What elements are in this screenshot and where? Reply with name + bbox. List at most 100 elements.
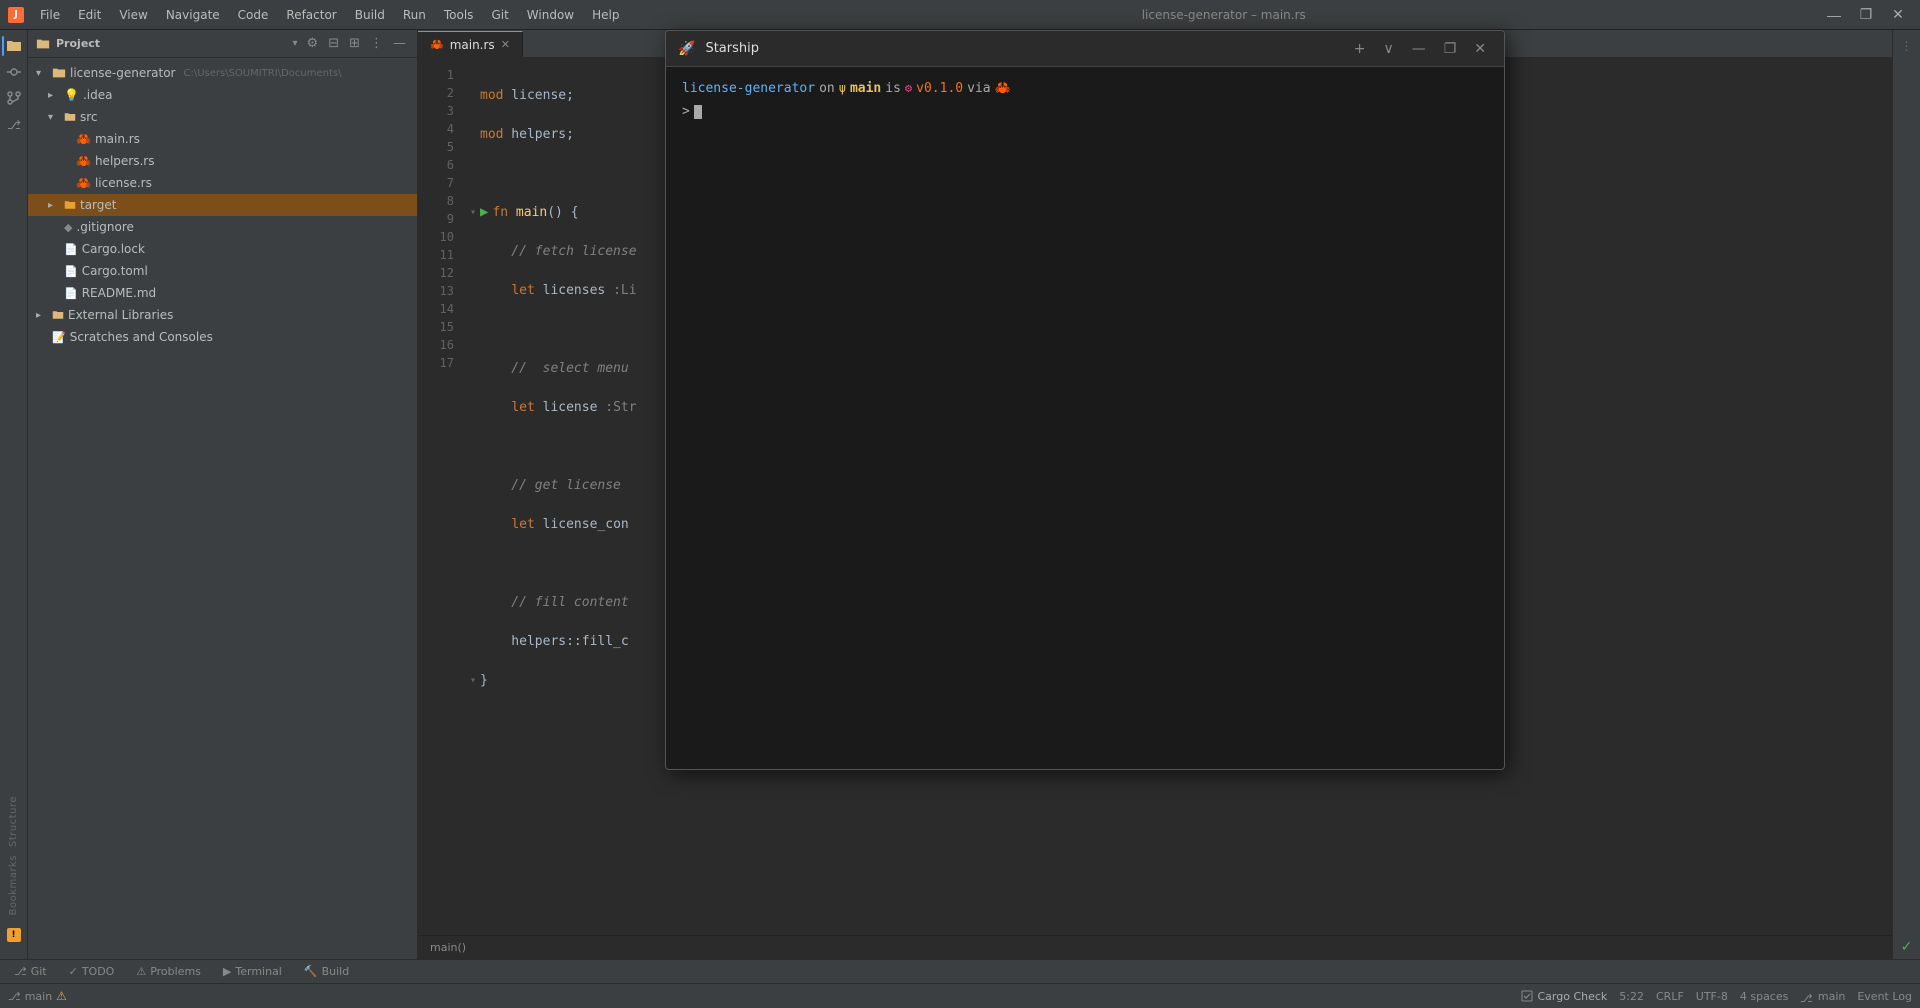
menu-run[interactable]: Run bbox=[395, 4, 434, 26]
menu-navigate[interactable]: Navigate bbox=[158, 4, 228, 26]
folder-icon bbox=[6, 38, 22, 54]
tree-item-gitignore[interactable]: ◆ .gitignore bbox=[28, 216, 417, 238]
file-tree-title: Project bbox=[56, 37, 287, 50]
sidebar-item-git[interactable]: ⎇ bbox=[2, 112, 26, 136]
cargo-lock-icon: 📄 bbox=[64, 243, 78, 256]
fold-gutter-16: ▾ bbox=[466, 673, 480, 688]
bottom-tab-problems[interactable]: ⚠ Problems bbox=[126, 963, 211, 980]
close-button[interactable]: ✕ bbox=[1884, 4, 1912, 26]
bottom-tab-todo[interactable]: ✓ TODO bbox=[59, 963, 125, 980]
tree-item-scratches[interactable]: 📝 Scratches and Consoles bbox=[28, 326, 417, 348]
status-warning-icon: ⚠ bbox=[56, 989, 67, 1003]
status-indent[interactable]: 4 spaces bbox=[1740, 990, 1789, 1003]
tree-item-license-rs[interactable]: 🦀 license.rs bbox=[28, 172, 417, 194]
terminal-body[interactable]: license-generator on ψ main is ⚙ v0.1.0 … bbox=[666, 67, 1504, 769]
project-dropdown-icon[interactable]: ▾ bbox=[293, 38, 298, 49]
sidebar-item-commit[interactable] bbox=[2, 60, 26, 84]
todo-tab-icon: ✓ bbox=[69, 965, 78, 978]
tab-main-rs[interactable]: 🦀 main.rs ✕ bbox=[418, 31, 523, 57]
tree-item-root[interactable]: ▾ license-generator C:\Users\SOUMITRI\Do… bbox=[28, 62, 417, 84]
tree-item-cargo-toml[interactable]: 📄 Cargo.toml bbox=[28, 260, 417, 282]
bottom-tab-git[interactable]: ⎇ Git bbox=[4, 963, 57, 980]
idea-icon: 💡 bbox=[64, 88, 79, 102]
terminal-maximize-button[interactable]: ❐ bbox=[1438, 39, 1463, 59]
close-tree-icon[interactable]: — bbox=[390, 35, 409, 52]
line-numbers: 12345 678910 1112131415 1617 bbox=[418, 58, 458, 935]
tree-item-src[interactable]: ▾ src bbox=[28, 106, 417, 128]
status-git-branch[interactable]: main bbox=[25, 990, 52, 1003]
status-encoding[interactable]: UTF-8 bbox=[1696, 990, 1728, 1003]
expand-icon[interactable]: ⊞ bbox=[346, 35, 363, 52]
event-log-button[interactable]: Event Log bbox=[1857, 990, 1912, 1003]
menu-help[interactable]: Help bbox=[584, 4, 627, 26]
external-libs-label: External Libraries bbox=[68, 308, 173, 322]
scratches-label: Scratches and Consoles bbox=[70, 330, 213, 344]
menu-window[interactable]: Window bbox=[519, 4, 582, 26]
file-tree-content: ▾ license-generator C:\Users\SOUMITRI\Do… bbox=[28, 58, 417, 959]
tree-item-readme[interactable]: 📄 README.md bbox=[28, 282, 417, 304]
git-icon: ⎇ bbox=[7, 117, 21, 131]
minimize-button[interactable]: — bbox=[1820, 4, 1848, 26]
structure-label[interactable]: Structure bbox=[8, 796, 19, 847]
rust-file-icon: 🦀 bbox=[76, 154, 91, 168]
license-rs-label: license.rs bbox=[95, 176, 152, 190]
terminal-minimize-button[interactable]: — bbox=[1406, 39, 1432, 59]
status-line-ending[interactable]: CRLF bbox=[1656, 990, 1684, 1003]
terminal-tab-label: Terminal bbox=[235, 965, 282, 978]
window-controls[interactable]: — ❐ ✕ bbox=[1820, 4, 1912, 26]
terminal-title-text: Starship bbox=[705, 41, 1337, 56]
right-panel-checkmark[interactable]: ✓ bbox=[1895, 935, 1919, 959]
menu-view[interactable]: View bbox=[111, 4, 155, 26]
menu-file[interactable]: File bbox=[32, 4, 68, 26]
menu-refactor[interactable]: Refactor bbox=[278, 4, 344, 26]
settings-icon[interactable]: ⚙ bbox=[304, 35, 322, 52]
cargo-check-status[interactable]: Cargo Check bbox=[1521, 990, 1607, 1003]
menu-git[interactable]: Git bbox=[483, 4, 516, 26]
terminal-add-button[interactable]: + bbox=[1348, 39, 1372, 59]
run-button-4[interactable]: ▶ bbox=[480, 202, 488, 223]
status-line-col[interactable]: 5:22 bbox=[1619, 990, 1644, 1003]
svg-text:⎇: ⎇ bbox=[1800, 992, 1812, 1003]
more-options-icon[interactable]: ⋮ bbox=[367, 35, 386, 52]
tree-item-external-libs[interactable]: ▸ External Libraries bbox=[28, 304, 417, 326]
terminal-rocket-icon: 🚀 bbox=[678, 41, 695, 57]
bookmarks-label[interactable]: Bookmarks bbox=[8, 855, 19, 915]
project-path: C:\Users\SOUMITRI\Documents\ bbox=[183, 68, 341, 79]
tree-item-main-rs[interactable]: 🦀 main.rs bbox=[28, 128, 417, 150]
scratches-icon: 📝 bbox=[52, 331, 66, 344]
menu-tools[interactable]: Tools bbox=[436, 4, 482, 26]
terminal-tab-icon: ▶ bbox=[223, 965, 231, 978]
collapse-icon[interactable]: ⊟ bbox=[325, 35, 342, 52]
target-label: target bbox=[80, 198, 117, 212]
menu-code[interactable]: Code bbox=[230, 4, 277, 26]
bottom-tab-build[interactable]: 🔨 Build bbox=[294, 963, 359, 980]
right-panel-more[interactable]: ⋮ bbox=[1895, 34, 1919, 58]
sidebar-item-pull-requests[interactable] bbox=[2, 86, 26, 110]
tab-close-button[interactable]: ✕ bbox=[501, 38, 510, 51]
bottom-tabs: ⎇ Git ✓ TODO ⚠ Problems ▶ Terminal 🔨 Bui… bbox=[0, 959, 1920, 983]
tree-item-cargo-lock[interactable]: 📄 Cargo.lock bbox=[28, 238, 417, 260]
chevron-down-icon: ▾ bbox=[36, 68, 48, 79]
maximize-button[interactable]: ❐ bbox=[1852, 4, 1880, 26]
fold-gutter-1 bbox=[466, 88, 480, 103]
sidebar-item-project[interactable] bbox=[2, 34, 26, 58]
tree-item-target[interactable]: ▸ target bbox=[28, 194, 417, 216]
chevron-right-icon: ▸ bbox=[48, 200, 60, 211]
title-bar: J File Edit View Navigate Code Refactor … bbox=[0, 0, 1920, 30]
status-bar: ⎇ main ⚠ Cargo Check 5:22 CRLF UTF-8 4 s… bbox=[0, 983, 1920, 1008]
menu-edit[interactable]: Edit bbox=[70, 4, 109, 26]
tree-item-idea[interactable]: ▸ 💡 .idea bbox=[28, 84, 417, 106]
project-folder-icon bbox=[36, 37, 50, 51]
status-branch-label[interactable]: ⎇ main bbox=[1800, 990, 1845, 1003]
cargo-toml-label: Cargo.toml bbox=[82, 264, 148, 278]
src-folder-icon bbox=[64, 111, 76, 123]
terminal-close-button[interactable]: ✕ bbox=[1468, 39, 1492, 59]
file-tree-actions: ⚙ ⊟ ⊞ ⋮ — bbox=[304, 35, 409, 52]
tree-item-helpers-rs[interactable]: 🦀 helpers.rs bbox=[28, 150, 417, 172]
terminal-dropdown-button[interactable]: ∨ bbox=[1377, 39, 1399, 59]
sidebar-bottom: Structure Bookmarks ! bbox=[2, 796, 26, 959]
src-label: src bbox=[80, 110, 98, 124]
menu-build[interactable]: Build bbox=[347, 4, 393, 26]
bottom-tab-terminal[interactable]: ▶ Terminal bbox=[213, 963, 292, 980]
menu-bar[interactable]: File Edit View Navigate Code Refactor Bu… bbox=[32, 4, 627, 26]
